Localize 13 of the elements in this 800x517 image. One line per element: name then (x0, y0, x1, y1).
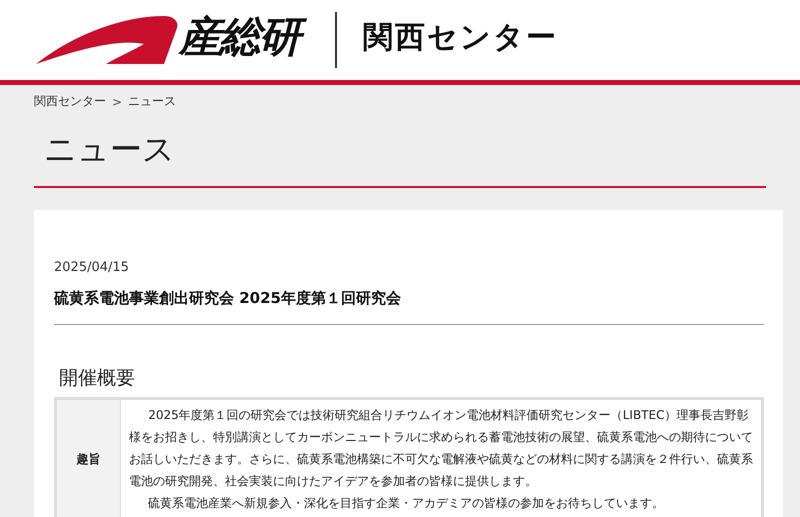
paragraph: 硫黄系電池産業へ新規参入・深化を目指す企業・アカデミアの皆様の参加をお待ちしています。 (147, 495, 666, 512)
paragraph: 2025年度第１回の研究会では技術研究組合リチウムイオン電池材料評価研究センター（LIBTEC）理事長吉野彰様をお招きし、特別講演としてカーボンニュートラルに求められる蓄電池技術の展望、硫黄系電池への期待についてお話しいただきます。さらに、硫黄系電池構築に不可欠な電解液や硫黄などの材料に関する講演を２件行い、硫黄系電池の研究開発、社会実装に向けたアイデアを参加者の皆様に提供します。 (129, 407, 753, 490)
section-heading: 開催概要 (59, 366, 136, 391)
logo-icon (34, 14, 179, 66)
article-title: 硫黄系電池事業創出研究会 2025年度第１回研究会 (54, 289, 764, 325)
logo-text: 産総研 (175, 10, 307, 64)
breadcrumb-separator: > (112, 94, 122, 108)
article-date: 2025/04/15 (54, 260, 130, 275)
breadcrumb-link[interactable]: ニュース (128, 93, 176, 110)
page-title: ニュース (34, 128, 766, 188)
row-label: 趣旨 (57, 400, 121, 517)
breadcrumb-link[interactable]: 関西センター (34, 93, 106, 110)
site-title: 関西センター (363, 18, 558, 56)
